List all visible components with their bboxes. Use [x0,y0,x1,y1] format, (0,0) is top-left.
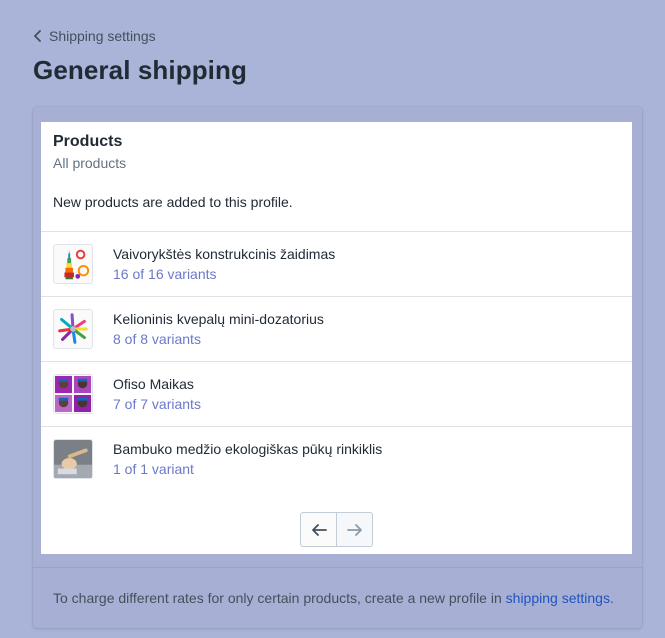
product-variants: 8 of 8 variants [113,330,201,347]
previous-page-button[interactable] [300,512,337,547]
footer-note: To charge different rates for only certa… [53,590,614,606]
product-list: Vaivorykštės konstrukcinis žaidimas 16 o… [41,231,632,491]
footer-divider [33,567,642,568]
products-panel: Products All products New products are a… [41,122,632,554]
product-variants: 7 of 7 variants [113,395,201,412]
product-name[interactable]: Ofiso Maikas [113,375,201,394]
perfume-atomizers-image [53,309,93,349]
shipping-settings-link[interactable]: shipping settings [506,590,610,606]
product-name[interactable]: Kelioninis kvepalų mini-dozatorius [113,310,324,329]
page-title: General shipping [33,55,247,85]
products-note: New products are added to this profile. [53,194,293,210]
breadcrumb-label: Shipping settings [49,28,156,44]
product-name[interactable]: Vaivorykštės konstrukcinis žaidimas [113,245,335,264]
next-page-button[interactable] [336,512,373,547]
arrow-right-icon [346,523,362,536]
products-subtitle: All products [53,155,127,171]
list-item[interactable]: Vaivorykštės konstrukcinis žaidimas 16 o… [41,231,632,296]
pagination [300,512,373,547]
breadcrumb-back-link[interactable]: Shipping settings [33,28,156,44]
footer-text: To charge different rates for only certa… [53,590,506,606]
product-variants: 1 of 1 variant [113,460,194,477]
arrow-left-icon [311,523,327,536]
product-name[interactable]: Bambuko medžio ekologiškas pūkų rinkikli… [113,440,382,459]
list-item[interactable]: Kelioninis kvepalų mini-dozatorius 8 of … [41,296,632,361]
chevron-left-icon [34,30,41,42]
bamboo-lint-remover-image [53,439,93,479]
footer-suffix: . [609,590,614,606]
list-item[interactable]: Ofiso Maikas 7 of 7 variants [41,361,632,426]
products-title: Products [53,133,123,150]
product-variants: 16 of 16 variants [113,265,217,282]
office-tshirt-image [53,374,93,414]
rainbow-stacking-toy-image [53,244,93,284]
list-item[interactable]: Bambuko medžio ekologiškas pūkų rinkikli… [41,426,632,491]
